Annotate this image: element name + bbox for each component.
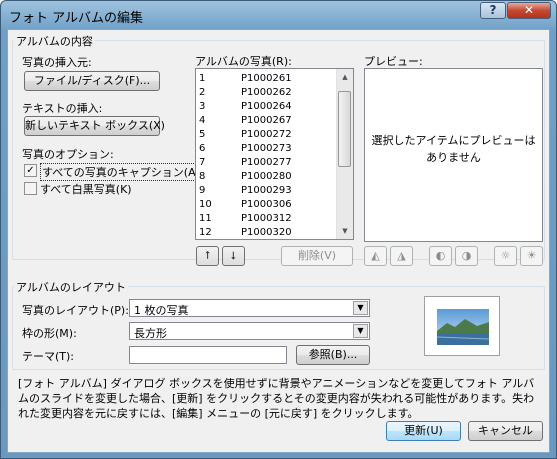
album-photos-label: アルバムの写真(R): (195, 55, 292, 68)
photo-options-label: 写真のオプション: (22, 148, 114, 161)
picture-layout-label: 写真のレイアウト(P): (22, 304, 129, 317)
brightness-up-button[interactable]: ☼ (494, 246, 517, 266)
scroll-thumb[interactable] (338, 91, 351, 167)
brightness-down-icon: ☀ (526, 249, 537, 262)
list-scrollbar[interactable]: ▲ ▼ (336, 69, 353, 239)
picture-layout-value: 1 枚の写真 (134, 304, 189, 317)
update-button[interactable]: 更新(U) (386, 421, 461, 441)
preview-label: プレビュー: (364, 55, 423, 68)
rotate-right-icon: ◮ (397, 249, 406, 262)
photo-name: P1000261 (241, 73, 292, 84)
move-up-button[interactable]: ⭡ (196, 246, 219, 266)
photo-number: 5 (199, 129, 206, 140)
theme-label: テーマ(T): (22, 350, 75, 363)
contrast-down-icon: ◑ (461, 249, 472, 262)
photo-name: P1000262 (241, 87, 292, 98)
title-bar[interactable]: フォト アルバムの編集 ? ✕ (1, 1, 556, 29)
theme-input[interactable] (129, 346, 287, 364)
photo-name: P1000272 (241, 129, 292, 140)
photo-name: P1000273 (241, 143, 292, 154)
move-down-button[interactable]: ⭣ (222, 246, 245, 266)
close-button[interactable]: ✕ (507, 2, 551, 19)
caption-checkbox-label[interactable]: すべての写真のキャプション(A) (40, 163, 202, 181)
cancel-button[interactable]: キャンセル (468, 421, 543, 441)
bw-checkbox[interactable] (24, 182, 37, 195)
photo-name: P1000312 (241, 213, 292, 224)
preview-message: 選択したアイテムにプレビューはありません (371, 134, 536, 164)
browse-button[interactable]: 参照(B)... (296, 345, 370, 365)
photo-name: P1000293 (241, 185, 292, 196)
photo-name: P1000306 (241, 199, 292, 210)
photo-number: 4 (199, 115, 206, 126)
chevron-down-icon[interactable]: ▼ (353, 301, 368, 315)
list-item[interactable]: 10 P1000306 (199, 198, 292, 211)
photo-number: 3 (199, 101, 206, 112)
photo-name: P1000264 (241, 101, 292, 112)
photo-number: 6 (199, 143, 206, 154)
picture-layout-select[interactable]: 1 枚の写真 ▼ (129, 299, 370, 317)
dialog-body: アルバムの内容 写真の挿入元: ファイル/ディスク(F)... テキストの挿入:… (7, 29, 550, 453)
caption-checkbox[interactable]: ✓ (24, 164, 37, 177)
photo-number: 1 (199, 73, 206, 84)
album-layout-group-label: アルバムのレイアウト (14, 279, 128, 295)
preview-pane: 選択したアイテムにプレビューはありません (364, 68, 543, 242)
layout-thumbnail (424, 296, 500, 356)
brightness-down-button[interactable]: ☀ (520, 246, 543, 266)
delete-button[interactable]: 削除(V) (281, 246, 353, 266)
photo-number: 10 (199, 199, 212, 210)
chevron-down-icon[interactable]: ▼ (353, 324, 368, 338)
insert-photo-label: 写真の挿入元: (22, 56, 92, 69)
photo-name: P1000320 (241, 227, 292, 238)
list-item[interactable]: 3 P1000264 (199, 100, 292, 113)
rotate-left-button[interactable]: ◭ (364, 246, 387, 266)
photo-name: P1000277 (241, 157, 292, 168)
frame-shape-select[interactable]: 長方形 ▼ (129, 322, 370, 340)
contrast-down-button[interactable]: ◑ (455, 246, 478, 266)
photo-number: 2 (199, 87, 206, 98)
album-content-group-label: アルバムの内容 (14, 33, 95, 49)
list-item[interactable]: 2 P1000262 (199, 86, 292, 99)
scroll-up-arrow-icon[interactable]: ▲ (338, 70, 352, 84)
brightness-up-icon: ☼ (500, 249, 511, 262)
list-item[interactable]: 5 P1000272 (199, 128, 292, 141)
frame-shape-label: 枠の形(M): (22, 327, 77, 340)
file-disk-button[interactable]: ファイル/ディスク(F)... (24, 71, 160, 91)
album-photos-list[interactable]: 1 P1000261 2 P1000262 3 P1000264 4 P1000267 5 P10… (195, 68, 354, 240)
list-item[interactable]: 6 P1000273 (199, 142, 292, 155)
list-item[interactable]: 1 P1000261 (199, 72, 292, 85)
contrast-up-icon: ◐ (435, 249, 446, 262)
dialog-title: フォト アルバムの編集 (9, 11, 144, 26)
list-item[interactable]: 7 P1000277 (199, 156, 292, 169)
photo-number: 11 (199, 213, 212, 224)
photo-name: P1000280 (241, 171, 292, 182)
list-item[interactable]: 12 P1000320 (199, 226, 292, 239)
arrow-down-icon: ⭣ (230, 249, 237, 262)
insert-text-label: テキストの挿入: (22, 102, 103, 115)
list-item[interactable]: 9 P1000293 (199, 184, 292, 197)
list-item[interactable]: 4 P1000267 (199, 114, 292, 127)
rotate-left-icon: ◭ (371, 249, 380, 262)
frame-shape-value: 長方形 (134, 327, 167, 340)
bw-checkbox-label[interactable]: すべて白黒写真(K) (40, 181, 132, 197)
list-item[interactable]: 11 P1000312 (199, 212, 292, 225)
warning-note: [フォト アルバム] ダイアログ ボックスを使用せずに背景やアニメーションなどを… (18, 377, 535, 420)
photo-name: P1000267 (241, 115, 292, 126)
list-item[interactable]: 8 P1000280 (199, 170, 292, 183)
new-textbox-button[interactable]: 新しいテキスト ボックス(X) (24, 116, 165, 136)
photo-number: 7 (199, 157, 206, 168)
photo-number: 8 (199, 171, 206, 182)
dialog-window: フォト アルバムの編集 ? ✕ アルバムの内容 写真の挿入元: ファイル/ディス… (0, 0, 557, 459)
arrow-up-icon: ⭡ (204, 249, 211, 262)
photo-number: 12 (199, 227, 212, 238)
scroll-down-arrow-icon[interactable]: ▼ (338, 224, 352, 238)
contrast-up-button[interactable]: ◐ (429, 246, 452, 266)
photo-number: 9 (199, 185, 206, 196)
landscape-thumbnail-icon (437, 309, 489, 345)
help-button[interactable]: ? (480, 2, 506, 19)
rotate-right-button[interactable]: ◮ (390, 246, 413, 266)
